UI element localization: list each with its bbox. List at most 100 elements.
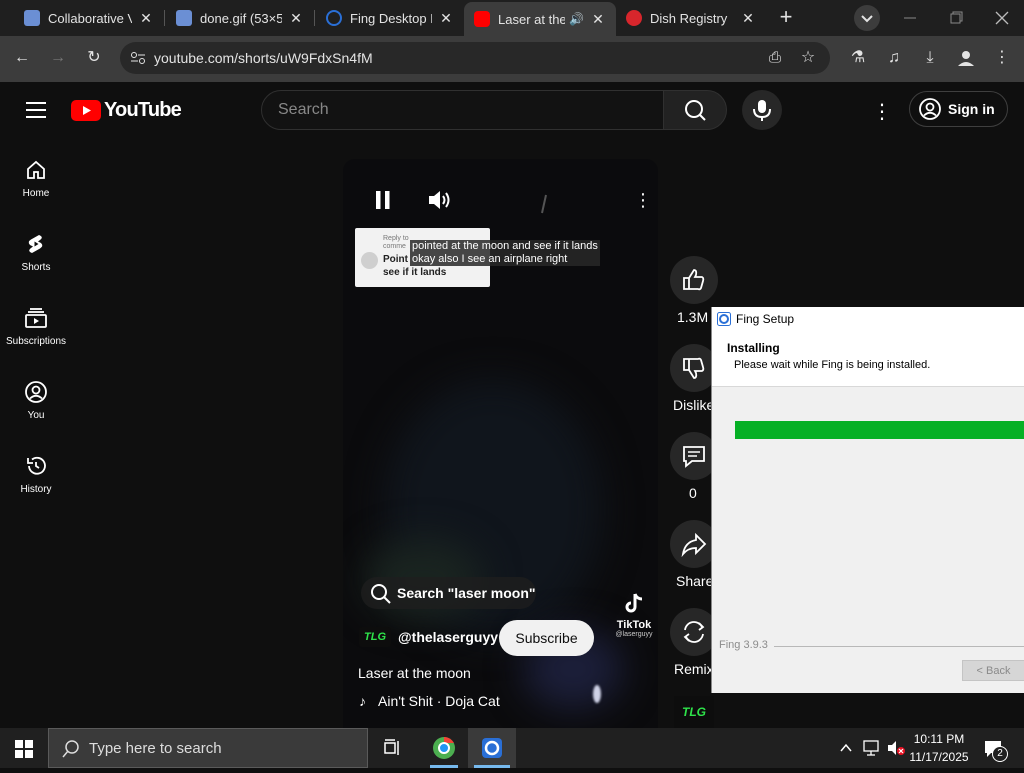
tab-laser-at-the-moon[interactable]: Laser at the 🔊 ✕ xyxy=(464,2,616,36)
installer-heading: Installing xyxy=(727,341,780,355)
notification-center-button[interactable]: 2 xyxy=(982,738,1010,762)
site-info-icon[interactable] xyxy=(130,51,146,65)
close-icon[interactable]: ✕ xyxy=(740,10,756,27)
sidebar-item-shorts[interactable]: Shorts xyxy=(0,232,72,273)
youtube-logo[interactable]: YouTube xyxy=(71,99,182,122)
new-tab-icon[interactable]: + xyxy=(775,6,797,28)
close-icon[interactable]: ✕ xyxy=(138,10,154,27)
caption-line: okay also I see an airplane right xyxy=(412,253,568,265)
chevron-down-icon xyxy=(861,15,873,23)
sidebar-item-you[interactable]: You xyxy=(0,380,72,421)
sound-source-thumbnail[interactable]: TLG xyxy=(674,696,714,728)
sidebar-item-label: Subscriptions xyxy=(5,336,67,347)
sidebar-item-home[interactable]: Home xyxy=(0,158,72,199)
remix-label: Remix xyxy=(674,661,714,677)
install-progress-bar xyxy=(735,421,1024,439)
address-bar[interactable]: youtube.com/shorts/uW9FdxSn4fM xyxy=(120,42,830,74)
music-track-link[interactable]: Ain't Shit · Doja Cat xyxy=(378,693,500,709)
sign-in-label: Sign in xyxy=(948,101,995,117)
divider xyxy=(774,646,1024,647)
minimize-button[interactable] xyxy=(900,8,920,28)
channel-avatar[interactable]: TLG xyxy=(359,627,391,647)
subscribe-button[interactable]: Subscribe xyxy=(499,620,594,656)
labs-flask-icon[interactable]: ⚗ xyxy=(846,46,870,70)
account-circle-icon xyxy=(25,381,47,403)
show-hidden-icons-button[interactable] xyxy=(838,740,854,756)
volume-icon xyxy=(429,191,450,209)
close-icon xyxy=(995,11,1009,25)
search-button[interactable] xyxy=(663,90,727,130)
home-icon xyxy=(27,160,45,179)
volume-status-button[interactable] xyxy=(886,739,906,762)
reload-icon[interactable]: ↻ xyxy=(82,46,106,70)
sidebar-item-label: History xyxy=(20,484,52,495)
back-arrow-icon[interactable]: ← xyxy=(10,46,34,70)
video-title[interactable]: Laser at the moon xyxy=(358,665,471,681)
network-status-button[interactable] xyxy=(862,739,882,762)
media-queue-icon[interactable]: ♫ xyxy=(882,46,906,70)
install-app-icon[interactable]: ⎙ xyxy=(763,46,787,70)
hamburger-menu-icon[interactable] xyxy=(26,101,46,119)
voice-search-button[interactable] xyxy=(742,90,782,130)
forward-arrow-icon[interactable]: → xyxy=(46,46,70,70)
tab-fing-desktop[interactable]: Fing Desktop D ✕ xyxy=(316,0,464,36)
close-icon[interactable]: ✕ xyxy=(288,10,304,27)
tiktok-name: TikTok xyxy=(616,619,652,631)
sidebar-item-history[interactable]: History xyxy=(0,454,72,495)
volume-button[interactable] xyxy=(427,188,453,217)
clock-date[interactable]: 11/17/2025 xyxy=(906,750,972,764)
minimize-icon xyxy=(904,17,916,19)
subscriptions-icon xyxy=(25,308,47,328)
youtube-play-logo-icon xyxy=(71,100,101,121)
sidebar-item-subscriptions[interactable]: Subscriptions xyxy=(0,306,72,347)
close-icon[interactable]: ✕ xyxy=(438,10,454,27)
like-button[interactable] xyxy=(670,256,718,304)
more-options-icon[interactable]: ⋮ xyxy=(634,190,652,210)
comment-count: 0 xyxy=(689,485,697,501)
task-view-icon xyxy=(384,739,399,755)
fing-favicon-icon xyxy=(326,10,342,26)
download-icon[interactable]: ⤓ xyxy=(918,46,942,70)
settings-kebab-icon[interactable]: ⋮ xyxy=(872,99,892,123)
search-input[interactable]: Search xyxy=(261,90,664,130)
sign-in-button[interactable]: Sign in xyxy=(909,91,1008,127)
taskbar-search-input[interactable]: Type here to search xyxy=(48,728,368,768)
speaker-icon[interactable]: 🔊 xyxy=(569,12,584,26)
reply-label: Reply to xyxy=(383,235,409,242)
task-view-button[interactable] xyxy=(382,738,402,763)
window-title-bar[interactable]: Fing Setup xyxy=(712,307,1024,331)
installer-header: Installing Please wait while Fing is bei… xyxy=(712,331,1024,387)
sidebar-item-label: You xyxy=(27,410,45,421)
clock-time[interactable]: 10:11 PM xyxy=(906,732,972,746)
tab-dish-registry[interactable]: Dish Registry ✕ xyxy=(616,0,766,36)
microphone-icon xyxy=(753,100,771,121)
tab-search-button[interactable] xyxy=(854,5,880,31)
pause-button[interactable] xyxy=(375,190,391,215)
restore-button[interactable] xyxy=(946,8,966,28)
channel-handle-link[interactable]: @thelaserguyy xyxy=(398,629,498,645)
tiktok-handle: @laserguyy xyxy=(615,631,653,638)
taskbar-app-fing[interactable] xyxy=(468,728,516,768)
kebab-menu-icon[interactable]: ⋮ xyxy=(990,46,1014,70)
image-favicon-icon xyxy=(176,10,192,26)
youtube-favicon-icon xyxy=(474,11,490,27)
installer-version: Fing 3.9.3 xyxy=(719,639,768,651)
dislike-label: Dislike xyxy=(673,397,715,413)
start-button[interactable] xyxy=(15,740,33,763)
bookmark-star-icon[interactable]: ☆ xyxy=(796,46,820,70)
search-icon xyxy=(371,584,391,604)
window-title: Fing Setup xyxy=(736,312,795,326)
window-close-button[interactable] xyxy=(992,8,1012,28)
notification-count-badge: 2 xyxy=(992,746,1008,762)
profile-icon[interactable] xyxy=(954,46,978,70)
tab-done-gif[interactable]: done.gif (53×5 ✕ xyxy=(166,0,314,36)
comment-text: Point xyxy=(383,254,408,265)
search-suggestion-chip[interactable]: Search "laser moon" xyxy=(361,577,536,609)
taskbar-app-chrome[interactable] xyxy=(422,728,466,768)
caption-line: pointed at the moon and see if it lands xyxy=(412,240,598,252)
back-button[interactable]: < Back xyxy=(962,660,1024,681)
tab-collaborative[interactable]: Collaborative V ✕ xyxy=(14,0,164,36)
search-placeholder: Search xyxy=(278,101,329,118)
thumbs-up-icon xyxy=(683,269,705,291)
close-icon[interactable]: ✕ xyxy=(590,11,606,28)
